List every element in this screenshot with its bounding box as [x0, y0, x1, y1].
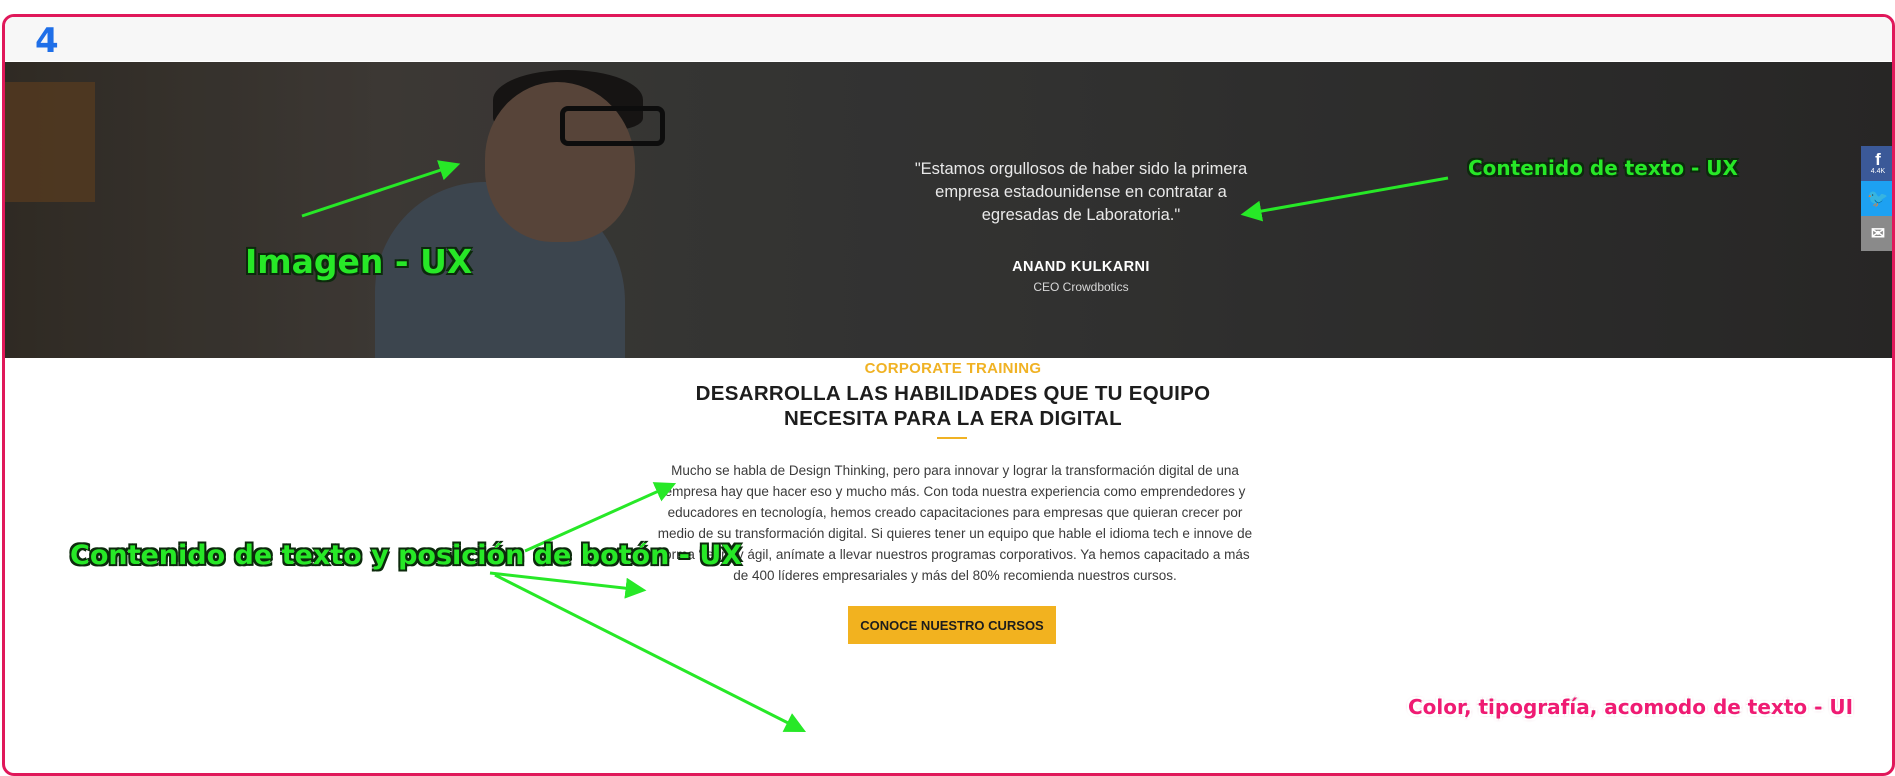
section-body-text: Mucho se habla de Design Thinking, pero …: [657, 463, 1253, 583]
text-button-ux-annotation: Contenido de texto y posición de botón -…: [70, 540, 743, 571]
twitter-bird-icon: 🐦: [1867, 189, 1889, 208]
envelope-icon: ✉: [1870, 224, 1886, 243]
social-share-bar: f 4.4K 🐦 ✉: [1861, 146, 1892, 251]
screenshot-frame: 4 "Estamos orgullosos de haber sido la p…: [2, 14, 1895, 776]
testimonial-role: CEO Crowdbotics: [1033, 280, 1129, 294]
facebook-icon: f: [1875, 150, 1881, 169]
ui-annotation: Color, tipografía, acomodo de texto - UI: [1408, 695, 1854, 719]
top-bar: 4: [5, 17, 1892, 61]
section-heading: DESARROLLA LAS HABILIDADES QUE TU EQUIPO…: [695, 382, 1211, 430]
facebook-share-button[interactable]: f 4.4K: [1861, 146, 1892, 181]
image-ux-annotation: Imagen - UX: [245, 242, 473, 281]
email-share-button[interactable]: ✉: [1861, 216, 1892, 251]
testimonial-author: ANAND KULKARNI: [1012, 259, 1150, 275]
twitter-share-button[interactable]: 🐦: [1861, 181, 1892, 216]
testimonial-hero: "Estamos orgullosos de haber sido la pri…: [5, 62, 1892, 358]
testimonial-quote: "Estamos orgullosos de haber sido la pri…: [914, 160, 1248, 224]
text-content-ux-annotation: Contenido de texto - UX: [1468, 156, 1738, 180]
step-number-annotation: 4: [35, 21, 59, 61]
courses-button[interactable]: CONOCE NUESTRO CURSOS: [848, 606, 1056, 644]
section-eyebrow: CORPORATE TRAINING: [864, 360, 1042, 377]
facebook-share-count: 4.4K: [1870, 168, 1886, 175]
heading-divider: [937, 437, 967, 439]
